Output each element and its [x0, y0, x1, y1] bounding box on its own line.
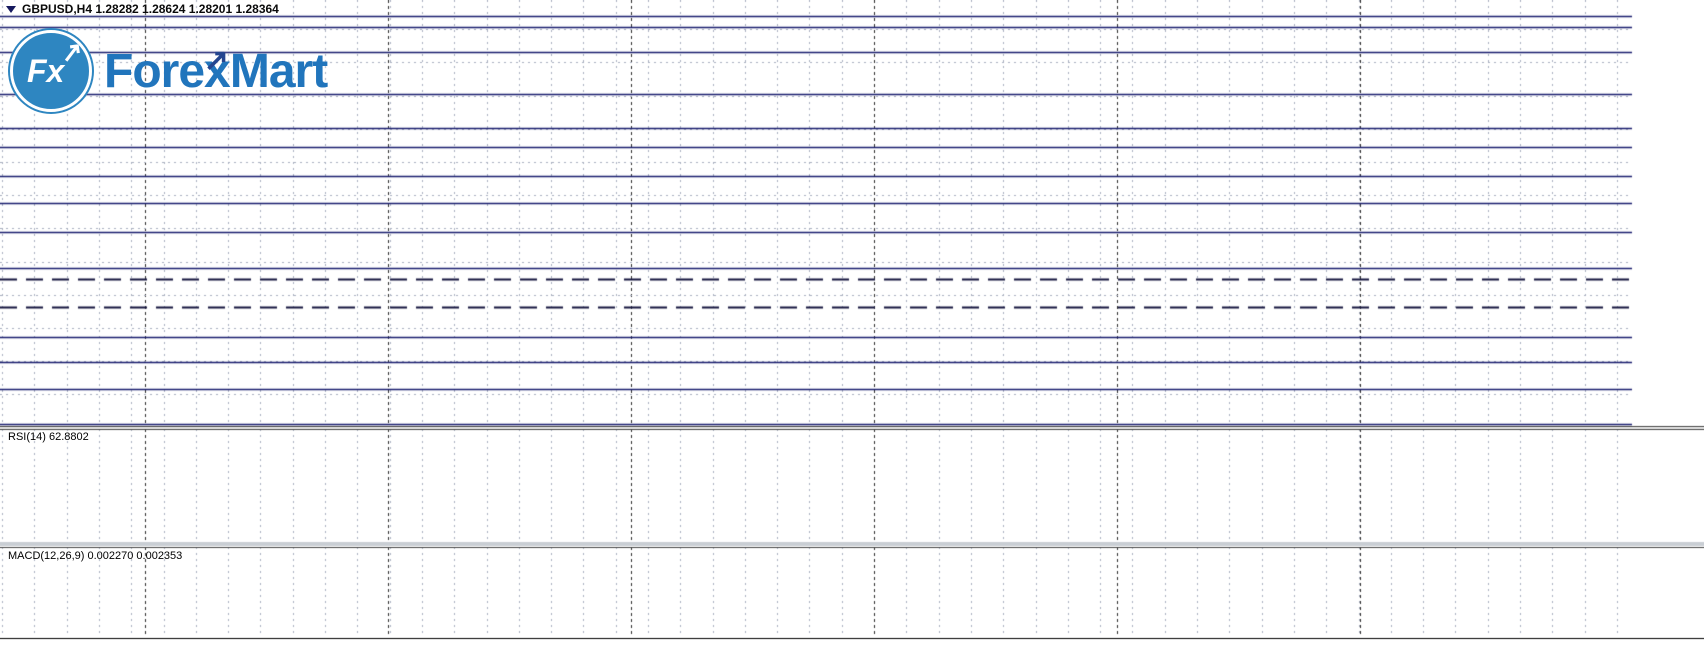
macd-indicator-label: MACD(12,26,9) 0.002270 0.002353: [8, 550, 183, 562]
mt4-chart-window: GBPUSD,H4 1.28282 1.28624 1.28201 1.2836…: [0, 0, 1704, 664]
forexmart-logo: Fx ↗ Forex↗Mart: [10, 30, 328, 112]
chart-title: GBPUSD,H4 1.28282 1.28624 1.28201 1.2836…: [6, 2, 279, 16]
logo-m-arrow-icon: ↗: [203, 44, 229, 77]
logo-arrow-icon: ↗: [59, 35, 85, 69]
chevron-down-icon: [6, 5, 16, 13]
symbol-ohlc-text: GBPUSD,H4 1.28282 1.28624 1.28201 1.2836…: [22, 2, 279, 16]
logo-fx-badge: Fx ↗: [10, 30, 92, 112]
logo-fx-text: Fx: [27, 53, 65, 89]
logo-text: Forex↗Mart: [104, 44, 328, 98]
rsi-indicator-label: RSI(14) 62.8802: [8, 431, 89, 443]
